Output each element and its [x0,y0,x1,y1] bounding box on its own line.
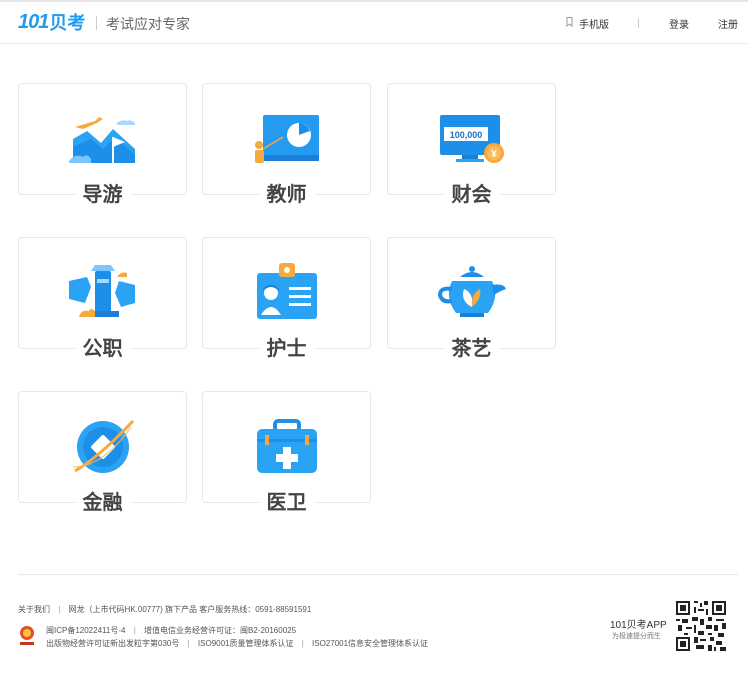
coin-symbol: ¥ [491,149,497,160]
logo-text: 贝考 [49,13,86,33]
card-label: 护士 [258,338,315,360]
card-medical[interactable]: 医卫 [202,391,371,514]
mobile-version-link[interactable]: 手机版 [566,16,609,31]
nurse-icon [253,263,321,323]
mobile-version-label: 手机版 [579,20,609,31]
card-label: 财会 [443,184,500,206]
medical-icon [253,417,321,477]
card-label: 金融 [74,492,131,514]
finance-icon [69,417,137,477]
iso27001-cert: ISO27001信息安全管理体系认证 [312,639,429,648]
footer-row-2: 闽ICP备12022411号-4 | 增值电信业务经营许可证：闽B2-20160… [46,626,297,635]
card-tea-art[interactable]: 茶艺 [387,237,556,360]
publish-license: 出版物经营许可证新出发粒字第030号 [46,639,180,648]
card-label: 茶艺 [443,338,500,360]
qr-code-icon [676,601,726,651]
logo-number: 101 [18,10,49,33]
logo[interactable]: 101 贝考 [18,10,86,34]
card-civil-service[interactable]: 公职 [18,237,187,360]
monitor-amount: 100,000 [450,130,483,140]
card-finance[interactable]: 金融 [18,391,187,514]
tea-art-icon [437,263,506,323]
card-teacher[interactable]: 教师 [202,83,371,206]
telecom-license: 增值电信业务经营许可证：闽B2-20160025 [144,626,297,635]
bookmark-icon [566,17,573,30]
card-label: 导游 [74,184,131,206]
accounting-icon: 100,000 ¥ [438,109,506,169]
register-link[interactable]: 注册 [718,16,738,31]
card-label: 公职 [74,338,131,360]
card-label: 教师 [258,184,315,206]
card-nurse[interactable]: 护士 [202,237,371,360]
logo-divider [96,16,97,30]
footer-row-3: 出版物经营许可证新出发粒字第030号 | ISO9001质量管理体系认证 | I… [46,639,429,648]
card-label: 医卫 [258,492,315,514]
about-us-link[interactable]: 关于我们 [18,605,50,614]
app-title: 101贝考APP [610,620,667,631]
teacher-icon [253,109,321,169]
app-subtitle: 为极速提分而生 [612,633,661,640]
iso9001-cert: ISO9001质量管理体系认证 [197,639,294,648]
slogan: 考试应对专家 [106,16,190,32]
footer-divider [18,574,738,575]
login-link[interactable]: 登录 [669,16,689,31]
civil-service-icon [69,263,137,323]
footer-row-1: 关于我们 | 网龙（上市代码HK.00777) 旗下产品 客户服务热线：0591… [18,605,312,614]
icp-link[interactable]: 闽ICP备12022411号-4 [46,626,125,635]
header: 101 贝考 考试应对专家 手机版 登录 注册 [0,2,748,44]
tour-guide-icon [69,109,137,169]
company-info: 网龙（上市代码HK.00777) 旗下产品 客户服务热线：0591-885915… [68,605,312,614]
nav-divider [638,18,639,28]
card-tour-guide[interactable]: 导游 [18,83,187,206]
card-accounting[interactable]: 100,000 ¥ 财会 [387,83,556,206]
police-badge-icon [18,625,36,647]
